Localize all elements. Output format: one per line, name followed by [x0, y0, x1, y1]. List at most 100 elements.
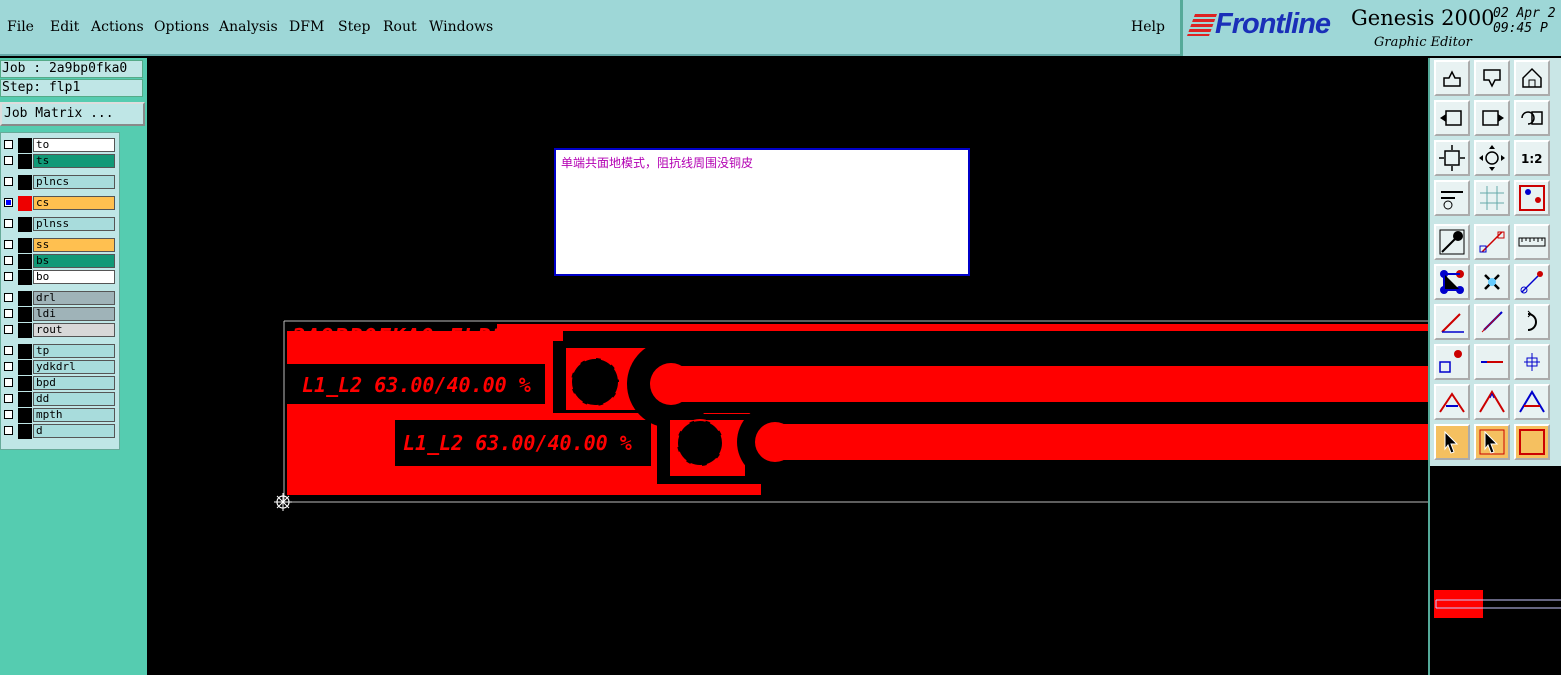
layer-checkbox[interactable] — [4, 426, 13, 435]
layer-row-bpd[interactable]: bpd — [1, 376, 119, 391]
layer-row-rout[interactable]: rout — [1, 323, 119, 338]
layer-row-cs[interactable]: cs — [1, 196, 119, 211]
cross-button[interactable] — [1434, 264, 1470, 300]
layer-color-swatch[interactable] — [18, 323, 32, 338]
layer-checkbox[interactable] — [4, 410, 13, 419]
layer-checkbox[interactable] — [4, 378, 13, 387]
layer-select-button[interactable] — [1514, 180, 1550, 216]
layer-row-ldi[interactable]: ldi — [1, 307, 119, 322]
layer-color-swatch[interactable] — [18, 360, 32, 375]
layer-checkbox[interactable] — [4, 325, 13, 334]
layer-color-swatch[interactable] — [18, 344, 32, 359]
move-down-button[interactable] — [1474, 60, 1510, 96]
text-a2-button[interactable] — [1474, 384, 1510, 420]
layer-name[interactable]: cs — [33, 196, 115, 210]
layer-color-swatch[interactable] — [18, 175, 32, 190]
layer-row-ts[interactable]: ts — [1, 154, 119, 169]
graphic-canvas[interactable]: 单端共面地模式，阻抗线周围没铜皮 2A9BP0FKA0 FLP1 L1_L2 6… — [147, 58, 1428, 675]
job-matrix-button[interactable]: Job Matrix ... — [0, 102, 145, 126]
layer-checkbox[interactable] — [4, 272, 13, 281]
layer-name[interactable]: ts — [33, 154, 115, 168]
layer-name[interactable]: plncs — [33, 175, 115, 189]
layer-color-swatch[interactable] — [18, 217, 32, 232]
layer-checkbox[interactable] — [4, 362, 13, 371]
layer-color-swatch[interactable] — [18, 196, 32, 211]
move-left-button[interactable] — [1434, 100, 1470, 136]
layer-name[interactable]: ss — [33, 238, 115, 252]
menu-windows[interactable]: Windows — [429, 19, 493, 35]
scale-1-2-button[interactable]: 1:2 — [1514, 140, 1550, 176]
menu-dfm[interactable]: DFM — [289, 19, 324, 35]
layer-color-swatch[interactable] — [18, 254, 32, 269]
layer-name[interactable]: bs — [33, 254, 115, 268]
layer-checkbox[interactable] — [4, 309, 13, 318]
angle-line-button[interactable] — [1514, 264, 1550, 300]
tools-button[interactable] — [1434, 180, 1470, 216]
layer-row-bs[interactable]: bs — [1, 254, 119, 269]
menu-rout[interactable]: Rout — [383, 19, 417, 35]
menu-analysis[interactable]: Analysis — [219, 19, 278, 35]
triangle-button[interactable] — [1514, 344, 1550, 380]
pad-button[interactable] — [1514, 304, 1550, 340]
layer-color-swatch[interactable] — [18, 238, 32, 253]
layer-checkbox[interactable] — [4, 293, 13, 302]
menu-file[interactable]: File — [7, 19, 34, 35]
layer-color-swatch[interactable] — [18, 408, 32, 423]
layer-checkbox[interactable] — [4, 394, 13, 403]
layer-row-d[interactable]: d — [1, 424, 119, 439]
pointer-select-button[interactable] — [1434, 424, 1470, 460]
menu-edit[interactable]: Edit — [50, 19, 79, 35]
layer-color-swatch[interactable] — [18, 270, 32, 285]
layer-color-swatch[interactable] — [18, 154, 32, 169]
layer-color-swatch[interactable] — [18, 392, 32, 407]
menu-actions[interactable]: Actions — [91, 19, 144, 35]
zoom-fit-button[interactable] — [1434, 140, 1470, 176]
layer-row-ss[interactable]: ss — [1, 238, 119, 253]
layer-name[interactable]: d — [33, 424, 115, 438]
layer-checkbox[interactable] — [4, 177, 13, 186]
h-line-button[interactable] — [1434, 344, 1470, 380]
layer-checkbox[interactable] — [4, 156, 13, 165]
pointer-circle-button[interactable] — [1474, 424, 1510, 460]
layer-name[interactable]: bo — [33, 270, 115, 284]
layer-name[interactable]: dd — [33, 392, 115, 406]
layer-row-mpth[interactable]: mpth — [1, 408, 119, 423]
layer-name[interactable]: mpth — [33, 408, 115, 422]
layer-row-dd[interactable]: dd — [1, 392, 119, 407]
layer-name[interactable]: to — [33, 138, 115, 152]
slant-line-button[interactable] — [1434, 304, 1470, 340]
layer-checkbox[interactable] — [4, 198, 13, 207]
measure-button[interactable] — [1474, 224, 1510, 260]
layer-name[interactable]: rout — [33, 323, 115, 337]
layer-name[interactable]: tp — [33, 344, 115, 358]
layer-name[interactable]: ldi — [33, 307, 115, 321]
layer-color-swatch[interactable] — [18, 376, 32, 391]
layer-name[interactable]: bpd — [33, 376, 115, 390]
layer-color-swatch[interactable] — [18, 307, 32, 322]
layer-color-swatch[interactable] — [18, 424, 32, 439]
layer-row-ydkdrl[interactable]: ydkdrl — [1, 360, 119, 375]
layer-checkbox[interactable] — [4, 256, 13, 265]
menu-help[interactable]: Help — [1131, 19, 1165, 35]
layer-color-swatch[interactable] — [18, 291, 32, 306]
feature-select-button[interactable] — [1514, 424, 1550, 460]
layer-row-bo[interactable]: bo — [1, 270, 119, 285]
layer-row-to[interactable]: to — [1, 138, 119, 153]
text-a-button[interactable] — [1434, 384, 1470, 420]
layer-name[interactable]: drl — [33, 291, 115, 305]
move-up-button[interactable] — [1434, 60, 1470, 96]
layer-row-tp[interactable]: tp — [1, 344, 119, 359]
overview-map[interactable] — [1428, 466, 1561, 675]
layer-row-plnss[interactable]: plnss — [1, 217, 119, 232]
polygon-button[interactable] — [1434, 224, 1470, 260]
move-right-button[interactable] — [1474, 100, 1510, 136]
home-button[interactable] — [1514, 60, 1550, 96]
layer-color-swatch[interactable] — [18, 138, 32, 153]
layer-name[interactable]: plnss — [33, 217, 115, 231]
pointer-button[interactable] — [1514, 384, 1550, 420]
connect-button[interactable] — [1514, 224, 1550, 260]
layer-checkbox[interactable] — [4, 346, 13, 355]
menu-options[interactable]: Options — [154, 19, 209, 35]
layer-row-drl[interactable]: drl — [1, 291, 119, 306]
arc-button[interactable] — [1474, 304, 1510, 340]
